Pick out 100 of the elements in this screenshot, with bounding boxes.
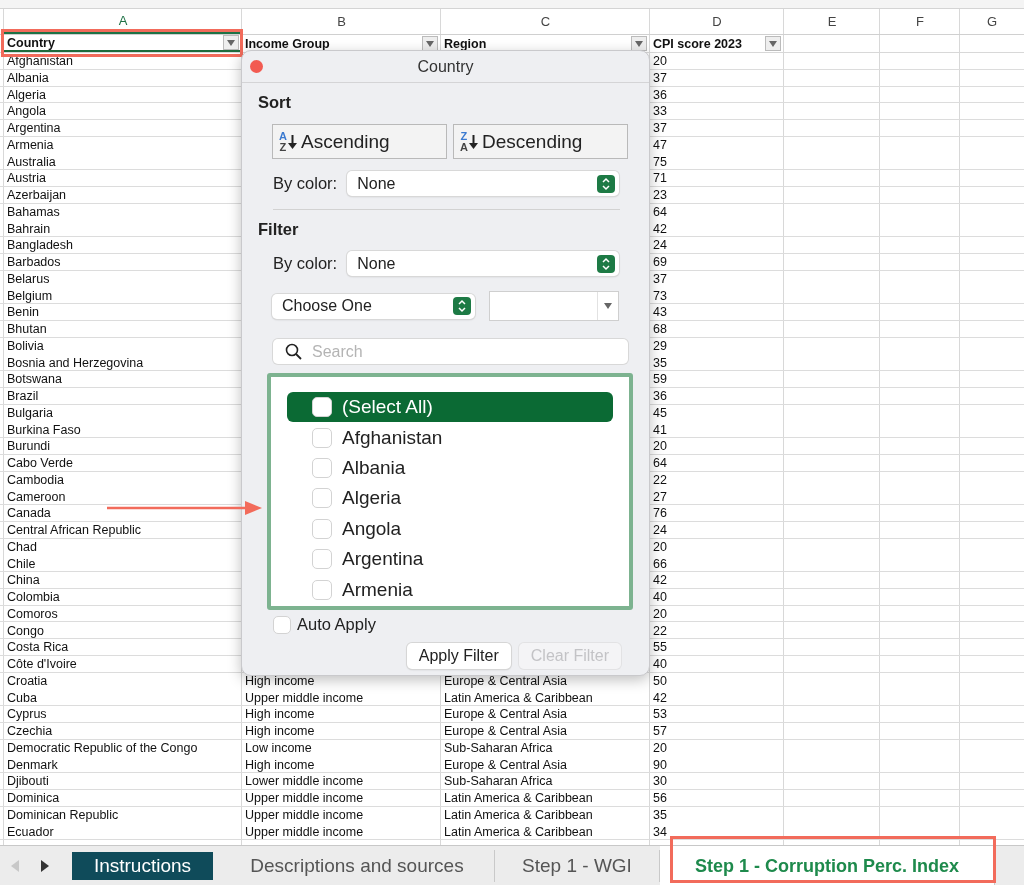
table-cell: Burkina Faso bbox=[7, 422, 81, 437]
checkbox[interactable] bbox=[312, 518, 332, 539]
table-cell: 24 bbox=[653, 238, 667, 253]
table-cell: 40 bbox=[653, 657, 667, 671]
filter-list-item[interactable]: Algeria bbox=[287, 483, 613, 514]
table-cell: 20 bbox=[653, 740, 667, 755]
table-cell: Sub-Saharan Africa bbox=[444, 740, 553, 755]
column-header[interactable]: F bbox=[880, 9, 960, 34]
table-cell: Upper middle income bbox=[245, 791, 364, 805]
table-cell: 22 bbox=[653, 472, 667, 487]
table-cell: Bosnia and Herzegovina bbox=[7, 355, 144, 370]
column-header[interactable]: E bbox=[784, 9, 880, 34]
caret-icon bbox=[769, 40, 777, 47]
table-cell: Bangladesh bbox=[7, 238, 74, 253]
table-cell: 55 bbox=[653, 640, 667, 655]
caret-icon bbox=[426, 40, 434, 47]
table-cell: 37 bbox=[653, 271, 667, 286]
table-cell: Burundi bbox=[7, 439, 51, 454]
table-cell: Afghanistan bbox=[7, 54, 74, 68]
filter-list-item[interactable]: (Select All) bbox=[287, 392, 613, 423]
checkbox[interactable] bbox=[312, 549, 332, 570]
checkbox[interactable] bbox=[312, 579, 332, 600]
column-header[interactable]: G bbox=[960, 9, 1024, 34]
color-dropdown[interactable]: None bbox=[347, 251, 620, 276]
table-cell: 20 bbox=[653, 54, 667, 68]
table-cell: Democratic Republic of the Congo bbox=[7, 740, 198, 755]
caret-icon bbox=[604, 303, 612, 309]
filter-list-item[interactable]: Angola bbox=[287, 513, 613, 544]
table-cell: Austria bbox=[7, 171, 46, 186]
table-cell: 57 bbox=[653, 724, 667, 738]
table-cell: 50 bbox=[653, 673, 667, 688]
table-cell: High income bbox=[245, 707, 315, 722]
table-cell: 64 bbox=[653, 204, 667, 219]
table-cell: 41 bbox=[653, 422, 667, 437]
table-cell: Barbados bbox=[7, 255, 61, 269]
table-cell: Europe & Central Asia bbox=[444, 757, 567, 772]
column-header[interactable]: B bbox=[242, 9, 441, 34]
filter-list-item[interactable]: Argentina bbox=[287, 543, 613, 575]
table-cell: 75 bbox=[653, 154, 667, 169]
table-cell: Bahrain bbox=[7, 221, 51, 236]
table-cell: Botswana bbox=[7, 372, 62, 387]
table-cell: 47 bbox=[653, 137, 667, 152]
table-cell: 71 bbox=[653, 171, 667, 186]
table-cell: Dominica bbox=[7, 791, 60, 805]
table-cell: 53 bbox=[653, 707, 667, 722]
table-cell: High income bbox=[245, 757, 315, 772]
table-cell: Argentina bbox=[7, 121, 61, 135]
table-cell: 33 bbox=[653, 104, 667, 119]
filter-list-item[interactable]: Armenia bbox=[287, 574, 613, 605]
table-cell: China bbox=[7, 573, 40, 588]
field-label: By color: bbox=[273, 174, 338, 193]
search-icon bbox=[285, 343, 302, 360]
table-cell: 23 bbox=[653, 188, 667, 202]
table-cell: Cameroon bbox=[7, 489, 66, 504]
filter-list-item[interactable]: Afghanistan bbox=[287, 422, 613, 453]
condition-dropdown[interactable]: Choose One bbox=[272, 293, 475, 319]
table-cell: 30 bbox=[653, 774, 667, 789]
column-header[interactable]: C bbox=[441, 9, 650, 34]
checkbox[interactable] bbox=[312, 397, 332, 418]
table-cell: 35 bbox=[653, 807, 667, 822]
table-cell: Djibouti bbox=[7, 774, 49, 789]
column-header[interactable]: D bbox=[650, 9, 784, 34]
sort-button[interactable]: Z A Descending bbox=[453, 124, 628, 159]
table-cell: Dominican Republic bbox=[7, 807, 119, 822]
table-cell: 90 bbox=[653, 757, 667, 772]
table-cell: Belarus bbox=[7, 271, 50, 286]
table-cell: 34 bbox=[653, 824, 667, 839]
header-cell: CPI score 2023 bbox=[653, 35, 742, 52]
table-cell: Upper middle income bbox=[245, 807, 364, 822]
checkbox[interactable] bbox=[312, 427, 332, 448]
filter-list-item[interactable]: Albania bbox=[287, 452, 613, 484]
search-field[interactable]: Search bbox=[273, 339, 628, 364]
filter-dropdown-button[interactable] bbox=[223, 35, 239, 50]
close-button[interactable] bbox=[250, 60, 263, 73]
table-cell: 42 bbox=[653, 690, 667, 705]
table-cell: Congo bbox=[7, 623, 44, 638]
header-cell: Country bbox=[7, 35, 55, 50]
table-cell: 27 bbox=[653, 489, 667, 504]
right-triangle-icon bbox=[41, 860, 49, 872]
checkbox[interactable] bbox=[312, 457, 332, 478]
table-cell: Benin bbox=[7, 305, 39, 320]
table-cell: Europe & Central Asia bbox=[444, 707, 567, 722]
table-cell: Algeria bbox=[7, 87, 46, 102]
table-cell: 76 bbox=[653, 506, 667, 521]
table-cell: Brazil bbox=[7, 389, 39, 403]
checkbox[interactable] bbox=[273, 615, 291, 634]
value-combo-box[interactable] bbox=[489, 291, 619, 321]
table-cell: Belgium bbox=[7, 288, 53, 303]
table-cell: 20 bbox=[653, 606, 667, 621]
apply-filter-button[interactable]: Apply Filter bbox=[406, 643, 511, 669]
sort-button[interactable]: A Z Ascending bbox=[272, 124, 447, 159]
table-cell: 24 bbox=[653, 523, 667, 537]
table-cell: Central African Republic bbox=[7, 523, 142, 537]
table-cell: 42 bbox=[653, 573, 667, 588]
sheet-tab[interactable]: Instructions bbox=[72, 852, 213, 880]
filter-dropdown-button[interactable] bbox=[765, 36, 781, 51]
color-dropdown[interactable]: None bbox=[347, 171, 620, 196]
filter-dropdown-button[interactable] bbox=[631, 36, 647, 51]
table-cell: 36 bbox=[653, 87, 667, 102]
checkbox[interactable] bbox=[312, 488, 332, 509]
